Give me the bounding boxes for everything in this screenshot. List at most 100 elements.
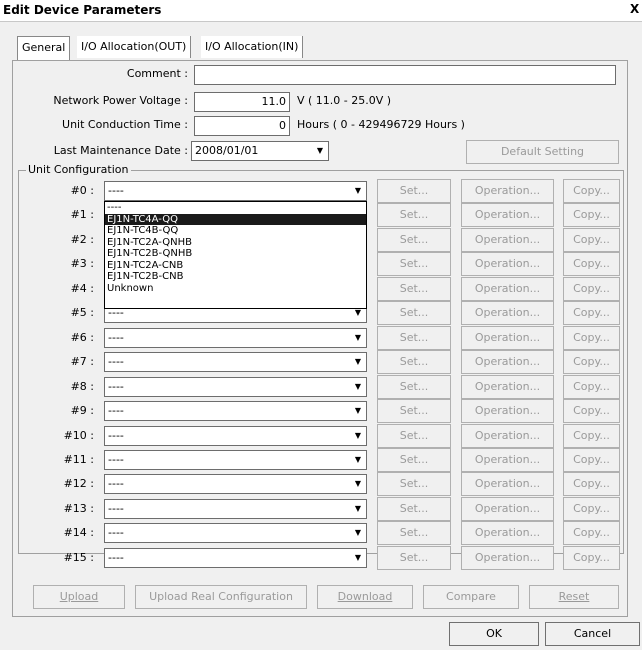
operation-button[interactable]: Operation... xyxy=(461,497,554,521)
operation-button[interactable]: Operation... xyxy=(461,424,554,448)
download-button[interactable]: Download xyxy=(317,585,413,609)
unit-type-combo[interactable]: ----▼ xyxy=(104,377,367,397)
operation-button[interactable]: Operation... xyxy=(461,326,554,350)
copy-button[interactable]: Copy... xyxy=(563,228,620,252)
unit-conduction-time-field[interactable]: 0 xyxy=(194,116,290,136)
unit-type-combo[interactable]: ----▼ xyxy=(104,499,367,519)
tab-io-allocation-out[interactable]: I/O Allocation(OUT) xyxy=(77,36,192,58)
tab-io-allocation-in[interactable]: I/O Allocation(IN) xyxy=(201,36,304,58)
upload-button[interactable]: Upload xyxy=(33,585,125,609)
unit-label: #8 : xyxy=(70,380,94,393)
unit-type-combo[interactable]: ----▼ xyxy=(104,474,367,494)
operation-button[interactable]: Operation... xyxy=(461,546,554,570)
dropdown-option[interactable]: EJ1N-TC4A-QQ xyxy=(105,213,366,225)
copy-button[interactable]: Copy... xyxy=(563,546,620,570)
unit-type-combo[interactable]: ----▼ xyxy=(104,548,367,568)
copy-button[interactable]: Copy... xyxy=(563,179,620,203)
set-button[interactable]: Set... xyxy=(377,350,451,374)
set-button[interactable]: Set... xyxy=(377,252,451,276)
set-button[interactable]: Set... xyxy=(377,521,451,545)
copy-button[interactable]: Copy... xyxy=(563,350,620,374)
unit-type-combo[interactable]: ----▼ xyxy=(104,450,367,470)
operation-button[interactable]: Operation... xyxy=(461,472,554,496)
dropdown-option[interactable]: ---- xyxy=(105,202,366,214)
chevron-down-icon[interactable]: ▼ xyxy=(351,183,365,199)
operation-button[interactable]: Operation... xyxy=(461,399,554,423)
dropdown-option[interactable]: Unknown xyxy=(105,283,366,295)
set-button[interactable]: Set... xyxy=(377,228,451,252)
tab-general[interactable]: General xyxy=(17,36,71,60)
set-button[interactable]: Set... xyxy=(377,448,451,472)
set-button[interactable]: Set... xyxy=(377,277,451,301)
set-button[interactable]: Set... xyxy=(377,472,451,496)
chevron-down-icon[interactable]: ▼ xyxy=(351,403,365,419)
unit-type-combo[interactable]: ----▼ xyxy=(104,523,367,543)
chevron-down-icon[interactable]: ▼ xyxy=(351,354,365,370)
chevron-down-icon[interactable]: ▼ xyxy=(351,330,365,346)
unit-type-dropdown-list[interactable]: ---- EJ1N-TC4A-QQ EJ1N-TC4B-QQ EJ1N-TC2A-QN… xyxy=(104,201,367,309)
set-button[interactable]: Set... xyxy=(377,326,451,350)
dropdown-option[interactable]: EJ1N-TC2B-CNB xyxy=(105,271,366,283)
chevron-down-icon[interactable]: ▼ xyxy=(313,143,327,159)
unit-type-combo[interactable]: ----▼ xyxy=(104,401,367,421)
operation-button[interactable]: Operation... xyxy=(461,350,554,374)
set-button[interactable]: Set... xyxy=(377,203,451,227)
unit-type-combo[interactable]: ----▼ xyxy=(104,352,367,372)
set-button[interactable]: Set... xyxy=(377,424,451,448)
operation-button[interactable]: Operation... xyxy=(461,448,554,472)
dropdown-option[interactable]: EJ1N-TC2A-CNB xyxy=(105,260,366,272)
default-setting-button[interactable]: Default Setting xyxy=(466,140,619,164)
chevron-down-icon[interactable]: ▼ xyxy=(351,550,365,566)
dropdown-option[interactable]: EJ1N-TC2A-QNHB xyxy=(105,237,366,249)
network-power-voltage-field[interactable]: 11.0 xyxy=(194,92,290,112)
chevron-down-icon[interactable]: ▼ xyxy=(351,428,365,444)
chevron-down-icon[interactable]: ▼ xyxy=(351,501,365,517)
set-button[interactable]: Set... xyxy=(377,179,451,203)
operation-button[interactable]: Operation... xyxy=(461,375,554,399)
chevron-down-icon[interactable]: ▼ xyxy=(351,525,365,541)
operation-button[interactable]: Operation... xyxy=(461,203,554,227)
chevron-down-icon[interactable]: ▼ xyxy=(351,476,365,492)
dropdown-option[interactable]: EJ1N-TC4B-QQ xyxy=(105,225,366,237)
unit-label: #5 : xyxy=(70,306,94,319)
operation-button[interactable]: Operation... xyxy=(461,228,554,252)
unit-type-combo[interactable]: ----▼ xyxy=(104,426,367,446)
operation-button[interactable]: Operation... xyxy=(461,301,554,325)
chevron-down-icon[interactable]: ▼ xyxy=(351,452,365,468)
set-button[interactable]: Set... xyxy=(377,546,451,570)
close-icon[interactable]: X xyxy=(630,2,642,16)
copy-button[interactable]: Copy... xyxy=(563,521,620,545)
set-button[interactable]: Set... xyxy=(377,301,451,325)
copy-button[interactable]: Copy... xyxy=(563,497,620,521)
copy-button[interactable]: Copy... xyxy=(563,424,620,448)
cancel-button[interactable]: Cancel xyxy=(545,622,640,646)
copy-button[interactable]: Copy... xyxy=(563,472,620,496)
operation-button[interactable]: Operation... xyxy=(461,179,554,203)
copy-button[interactable]: Copy... xyxy=(563,448,620,472)
copy-button[interactable]: Copy... xyxy=(563,399,620,423)
dropdown-option[interactable]: EJ1N-TC2B-QNHB xyxy=(105,248,366,260)
copy-button[interactable]: Copy... xyxy=(563,375,620,399)
chevron-down-icon[interactable]: ▼ xyxy=(351,379,365,395)
window-title: Edit Device Parameters xyxy=(3,3,162,17)
unit-type-combo[interactable]: ----▼ xyxy=(104,328,367,348)
copy-button[interactable]: Copy... xyxy=(563,203,620,227)
last-maintenance-date-picker[interactable]: 2008/01/01 ▼ xyxy=(191,141,329,161)
copy-button[interactable]: Copy... xyxy=(563,301,620,325)
operation-button[interactable]: Operation... xyxy=(461,521,554,545)
operation-button[interactable]: Operation... xyxy=(461,277,554,301)
set-button[interactable]: Set... xyxy=(377,497,451,521)
ok-button[interactable]: OK xyxy=(449,622,539,646)
set-button[interactable]: Set... xyxy=(377,399,451,423)
copy-button[interactable]: Copy... xyxy=(563,252,620,276)
copy-button[interactable]: Copy... xyxy=(563,277,620,301)
unit-label: #14 : xyxy=(63,526,94,539)
comment-field[interactable] xyxy=(194,65,616,85)
set-button[interactable]: Set... xyxy=(377,375,451,399)
copy-button[interactable]: Copy... xyxy=(563,326,620,350)
reset-button[interactable]: Reset xyxy=(529,585,619,609)
compare-button[interactable]: Compare xyxy=(423,585,519,609)
upload-real-configuration-button[interactable]: Upload Real Configuration xyxy=(135,585,307,609)
operation-button[interactable]: Operation... xyxy=(461,252,554,276)
unit-type-combo[interactable]: ----▼ xyxy=(104,181,367,201)
